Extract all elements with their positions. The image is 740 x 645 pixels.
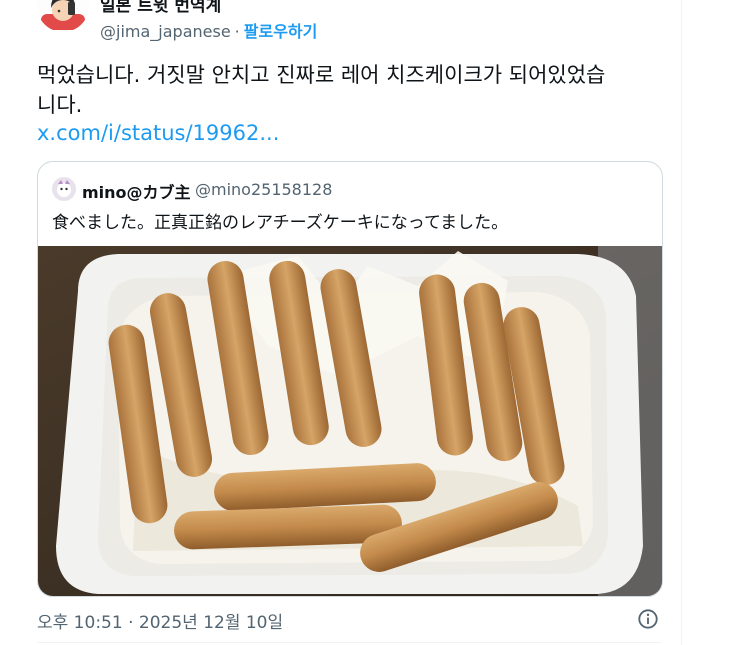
tweet-text: 먹었습니다. 거짓말 안치고 진짜로 레어 치즈케이크가 되어있었습 니다. — [37, 63, 606, 117]
info-circle-icon[interactable] — [637, 608, 659, 630]
follow-button[interactable]: 팔로우하기 — [244, 22, 318, 41]
quoted-avatar-illustration — [52, 177, 76, 201]
author-handle[interactable]: @jima_japanese — [100, 22, 231, 41]
avatar-illustration — [37, 0, 89, 32]
quoted-tweet-photo[interactable] — [38, 246, 662, 596]
quoted-tweet-text: 食べました。正真正銘のレアチーズケーキになってました。 — [52, 213, 509, 233]
author-avatar[interactable] — [37, 0, 89, 32]
column-border — [681, 0, 682, 645]
author-handle-line: @jima_japanese · 팔로우하기 — [100, 18, 317, 42]
handle-separator: · — [234, 22, 240, 41]
tweet-timestamp[interactable]: 오후 10:51 · 2025년 12월 10일 — [37, 608, 283, 633]
quoted-tweet-card[interactable]: mino@カブ主 @mino25158128 食べました。正真正銘のレアチーズケ… — [37, 161, 663, 597]
author-display-name[interactable]: 일본 트윗 번역계 — [100, 0, 221, 16]
tweet-status-link[interactable]: x.com/i/status/19962... — [37, 118, 279, 148]
quoted-handle[interactable]: @mino25158128 — [195, 180, 332, 199]
bottom-divider — [37, 642, 661, 643]
quoted-display-name[interactable]: mino@カブ主 — [82, 179, 191, 203]
quoted-author-avatar[interactable] — [52, 177, 76, 201]
